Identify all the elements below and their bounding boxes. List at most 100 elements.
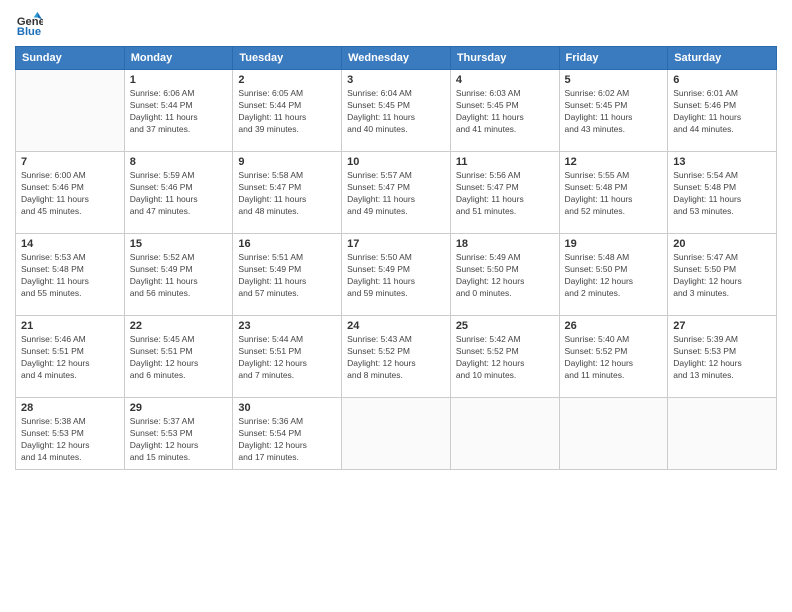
calendar-cell: 29 Sunrise: 5:37 AM Sunset: 5:53 PM Dayli… xyxy=(124,398,233,470)
day-number: 2 xyxy=(238,74,336,86)
day-number: 1 xyxy=(130,74,228,86)
day-info: Sunrise: 5:45 AM Sunset: 5:51 PM Dayligh… xyxy=(130,334,228,382)
day-info: Sunrise: 5:52 AM Sunset: 5:49 PM Dayligh… xyxy=(130,252,228,300)
week-row-2: 7Sunrise: 6:00 AM Sunset: 5:46 PM Daylig… xyxy=(16,152,777,234)
calendar-cell: 13 Sunrise: 5:54 AM Sunset: 5:48 PM Dayli… xyxy=(668,152,777,234)
calendar-cell: 12 Sunrise: 5:55 AM Sunset: 5:48 PM Dayli… xyxy=(559,152,668,234)
day-number: 24 xyxy=(347,320,445,332)
day-number: 14 xyxy=(21,238,119,250)
calendar-cell: 23 Sunrise: 5:44 AM Sunset: 5:51 PM Dayli… xyxy=(233,316,342,398)
day-info: Sunrise: 5:44 AM Sunset: 5:51 PM Dayligh… xyxy=(238,334,336,382)
calendar-cell: 22 Sunrise: 5:45 AM Sunset: 5:51 PM Dayli… xyxy=(124,316,233,398)
calendar-table: SundayMondayTuesdayWednesdayThursdayFrid… xyxy=(15,46,777,470)
day-number: 10 xyxy=(347,156,445,168)
day-info: Sunrise: 6:04 AM Sunset: 5:45 PM Dayligh… xyxy=(347,88,445,136)
calendar-cell: 18Sunrise: 5:49 AM Sunset: 5:50 PM Dayli… xyxy=(450,234,559,316)
day-number: 9 xyxy=(238,156,336,168)
day-number: 22 xyxy=(130,320,228,332)
day-number: 5 xyxy=(565,74,663,86)
day-info: Sunrise: 5:39 AM Sunset: 5:53 PM Dayligh… xyxy=(673,334,771,382)
day-info: Sunrise: 6:03 AM Sunset: 5:45 PM Dayligh… xyxy=(456,88,554,136)
calendar-cell: 19 Sunrise: 5:48 AM Sunset: 5:50 PM Dayli… xyxy=(559,234,668,316)
day-info: Sunrise: 5:55 AM Sunset: 5:48 PM Dayligh… xyxy=(565,170,663,218)
calendar-cell: 20Sunrise: 5:47 AM Sunset: 5:50 PM Dayli… xyxy=(668,234,777,316)
day-number: 8 xyxy=(130,156,228,168)
calendar-cell: 4 Sunrise: 6:03 AM Sunset: 5:45 PM Daylig… xyxy=(450,70,559,152)
day-number: 19 xyxy=(565,238,663,250)
day-info: Sunrise: 5:54 AM Sunset: 5:48 PM Dayligh… xyxy=(673,170,771,218)
calendar-cell: 17Sunrise: 5:50 AM Sunset: 5:49 PM Dayli… xyxy=(342,234,451,316)
day-number: 16 xyxy=(238,238,336,250)
calendar-cell xyxy=(668,398,777,470)
weekday-header-row: SundayMondayTuesdayWednesdayThursdayFrid… xyxy=(16,47,777,70)
day-number: 12 xyxy=(565,156,663,168)
weekday-header-friday: Friday xyxy=(559,47,668,70)
day-info: Sunrise: 5:46 AM Sunset: 5:51 PM Dayligh… xyxy=(21,334,119,382)
logo-icon: General Blue xyxy=(15,10,43,38)
day-number: 28 xyxy=(21,402,119,414)
day-info: Sunrise: 6:01 AM Sunset: 5:46 PM Dayligh… xyxy=(673,88,771,136)
day-info: Sunrise: 5:42 AM Sunset: 5:52 PM Dayligh… xyxy=(456,334,554,382)
calendar-cell: 11 Sunrise: 5:56 AM Sunset: 5:47 PM Dayli… xyxy=(450,152,559,234)
svg-text:Blue: Blue xyxy=(17,26,41,38)
day-info: Sunrise: 5:36 AM Sunset: 5:54 PM Dayligh… xyxy=(238,416,336,464)
day-info: Sunrise: 5:43 AM Sunset: 5:52 PM Dayligh… xyxy=(347,334,445,382)
day-info: Sunrise: 5:57 AM Sunset: 5:47 PM Dayligh… xyxy=(347,170,445,218)
weekday-header-tuesday: Tuesday xyxy=(233,47,342,70)
day-number: 20 xyxy=(673,238,771,250)
calendar-cell: 3 Sunrise: 6:04 AM Sunset: 5:45 PM Daylig… xyxy=(342,70,451,152)
weekday-header-thursday: Thursday xyxy=(450,47,559,70)
day-info: Sunrise: 5:58 AM Sunset: 5:47 PM Dayligh… xyxy=(238,170,336,218)
day-info: Sunrise: 5:48 AM Sunset: 5:50 PM Dayligh… xyxy=(565,252,663,300)
calendar-cell xyxy=(342,398,451,470)
logo: General Blue xyxy=(15,10,47,38)
weekday-header-sunday: Sunday xyxy=(16,47,125,70)
calendar-cell xyxy=(559,398,668,470)
day-info: Sunrise: 6:06 AM Sunset: 5:44 PM Dayligh… xyxy=(130,88,228,136)
day-number: 29 xyxy=(130,402,228,414)
day-info: Sunrise: 5:40 AM Sunset: 5:52 PM Dayligh… xyxy=(565,334,663,382)
day-info: Sunrise: 5:53 AM Sunset: 5:48 PM Dayligh… xyxy=(21,252,119,300)
day-number: 30 xyxy=(238,402,336,414)
day-number: 27 xyxy=(673,320,771,332)
day-number: 21 xyxy=(21,320,119,332)
week-row-5: 28 Sunrise: 5:38 AM Sunset: 5:53 PM Dayli… xyxy=(16,398,777,470)
day-number: 7 xyxy=(21,156,119,168)
day-number: 4 xyxy=(456,74,554,86)
calendar-cell xyxy=(450,398,559,470)
day-number: 13 xyxy=(673,156,771,168)
week-row-1: 1 Sunrise: 6:06 AM Sunset: 5:44 PM Daylig… xyxy=(16,70,777,152)
calendar-cell: 8 Sunrise: 5:59 AM Sunset: 5:46 PM Daylig… xyxy=(124,152,233,234)
day-number: 11 xyxy=(456,156,554,168)
day-info: Sunrise: 5:38 AM Sunset: 5:53 PM Dayligh… xyxy=(21,416,119,464)
calendar-cell: 25 Sunrise: 5:42 AM Sunset: 5:52 PM Dayli… xyxy=(450,316,559,398)
calendar-cell: 6 Sunrise: 6:01 AM Sunset: 5:46 PM Daylig… xyxy=(668,70,777,152)
calendar-cell: 27 Sunrise: 5:39 AM Sunset: 5:53 PM Dayli… xyxy=(668,316,777,398)
day-number: 15 xyxy=(130,238,228,250)
day-number: 6 xyxy=(673,74,771,86)
calendar-cell: 5Sunrise: 6:02 AM Sunset: 5:45 PM Daylig… xyxy=(559,70,668,152)
day-number: 25 xyxy=(456,320,554,332)
day-info: Sunrise: 5:37 AM Sunset: 5:53 PM Dayligh… xyxy=(130,416,228,464)
calendar-cell: 16 Sunrise: 5:51 AM Sunset: 5:49 PM Dayli… xyxy=(233,234,342,316)
day-info: Sunrise: 5:56 AM Sunset: 5:47 PM Dayligh… xyxy=(456,170,554,218)
weekday-header-monday: Monday xyxy=(124,47,233,70)
calendar-cell: 21 Sunrise: 5:46 AM Sunset: 5:51 PM Dayli… xyxy=(16,316,125,398)
day-number: 3 xyxy=(347,74,445,86)
weekday-header-wednesday: Wednesday xyxy=(342,47,451,70)
calendar-cell: 30 Sunrise: 5:36 AM Sunset: 5:54 PM Dayli… xyxy=(233,398,342,470)
day-info: Sunrise: 5:59 AM Sunset: 5:46 PM Dayligh… xyxy=(130,170,228,218)
day-info: Sunrise: 5:51 AM Sunset: 5:49 PM Dayligh… xyxy=(238,252,336,300)
calendar-cell: 26Sunrise: 5:40 AM Sunset: 5:52 PM Dayli… xyxy=(559,316,668,398)
calendar-cell: 10 Sunrise: 5:57 AM Sunset: 5:47 PM Dayli… xyxy=(342,152,451,234)
calendar-cell: 24 Sunrise: 5:43 AM Sunset: 5:52 PM Dayli… xyxy=(342,316,451,398)
calendar-cell: 2Sunrise: 6:05 AM Sunset: 5:44 PM Daylig… xyxy=(233,70,342,152)
day-number: 23 xyxy=(238,320,336,332)
day-number: 18 xyxy=(456,238,554,250)
calendar-cell xyxy=(16,70,125,152)
calendar-cell: 15 Sunrise: 5:52 AM Sunset: 5:49 PM Dayli… xyxy=(124,234,233,316)
week-row-3: 14 Sunrise: 5:53 AM Sunset: 5:48 PM Dayli… xyxy=(16,234,777,316)
day-number: 17 xyxy=(347,238,445,250)
week-row-4: 21 Sunrise: 5:46 AM Sunset: 5:51 PM Dayli… xyxy=(16,316,777,398)
calendar-cell: 28 Sunrise: 5:38 AM Sunset: 5:53 PM Dayli… xyxy=(16,398,125,470)
